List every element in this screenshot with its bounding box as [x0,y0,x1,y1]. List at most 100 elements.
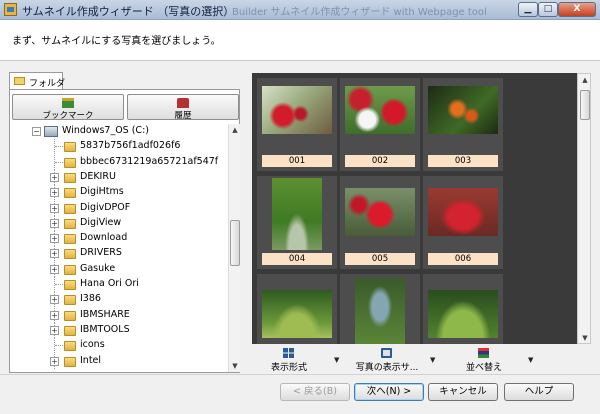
photo-thumbnail[interactable]: 003 [423,78,503,171]
bookmark-button[interactable]: ブックマーク [12,94,124,121]
photo-label: 006 [428,253,498,265]
photo-thumbnail[interactable] [423,274,503,344]
cancel-button[interactable]: キャンセル [428,383,498,401]
folder-icon [64,158,76,168]
photo-thumbnail[interactable] [257,274,337,344]
folder-icon [64,357,76,367]
tree-item[interactable]: + DEKIRU [10,170,228,185]
sort-label: 並べ替え [465,363,502,373]
tree-item[interactable]: Hana Ori Ori [10,277,228,292]
photo-thumbnail[interactable] [340,274,420,344]
photo-grid: 001 002 003 004 005 006 [252,73,577,344]
grid-icon [283,348,294,358]
scroll-down-icon[interactable]: ▼ [581,334,589,342]
drive-icon [44,126,58,137]
tree-item-label: DigiHtms [80,186,124,197]
maximize-button[interactable]: □ [538,2,558,17]
scroll-up-icon[interactable]: ▲ [231,126,239,134]
expand-icon[interactable]: + [50,311,59,320]
photo-thumbnail[interactable]: 005 [340,176,420,269]
expand-icon[interactable]: + [50,326,59,335]
tree-scrollbar[interactable]: ▲ ▼ [228,124,240,372]
background-window-title: Builder サムネイル作成ウィザード with Webpage tool [232,7,487,18]
folder-icon [64,249,76,259]
photo-order-label: 写真の表示サ... [355,363,419,373]
tree-item-root[interactable]: − Windows7_OS (C:) [10,124,228,139]
folder-icon [64,142,76,152]
tree-item-label: Hana Ori Ori [80,278,139,289]
collapse-icon[interactable]: − [32,127,41,136]
photo-thumbnail[interactable]: 006 [423,176,503,269]
photo-thumbnail[interactable]: 001 [257,78,337,171]
close-button[interactable]: X [558,2,596,17]
tree-item-label: IBMSHARE [80,309,130,320]
sort-icon [478,348,489,358]
folder-icon [64,188,76,198]
folder-icon [64,173,76,183]
tree-item-label: Gasuke [80,263,116,274]
chevron-down-icon[interactable]: ▼ [430,356,435,364]
tree-item-label: I386 [80,293,101,304]
photo-label: 005 [345,253,415,265]
tree-item[interactable]: icons [10,338,228,353]
minimize-button[interactable]: ▁ [518,2,538,17]
tab-folder-label: フォルダ [29,79,66,89]
expand-icon[interactable]: + [50,249,59,258]
chevron-down-icon[interactable]: ▼ [334,356,339,364]
expand-icon[interactable]: + [50,357,59,366]
scroll-thumb[interactable] [580,90,590,120]
tree-item[interactable]: + IBMSHARE [10,308,228,323]
photo-order-button[interactable]: 写真の表示サ... [350,346,424,373]
display-format-button[interactable]: 表示形式 [266,346,312,373]
scroll-thumb[interactable] [230,220,240,266]
tree-item[interactable]: + Gasuke [10,262,228,277]
tree-item[interactable]: + DigiView [10,216,228,231]
tree-item[interactable]: + IBMTOOLS [10,323,228,338]
tab-folder[interactable]: フォルダ [9,72,66,90]
photo-thumbnail[interactable]: 004 [257,176,337,269]
chevron-down-icon[interactable]: ▼ [528,356,533,364]
expand-icon[interactable]: + [50,173,59,182]
expand-icon[interactable]: + [50,204,59,213]
tree-item[interactable]: + DigivDPOF [10,201,228,216]
folder-icon [64,326,76,336]
photo-scrollbar[interactable]: ▲ ▼ [577,73,591,344]
back-button[interactable]: < 戻る(B) [280,383,350,401]
tree-item-label: Download [80,232,128,243]
sort-button[interactable]: 並べ替え [460,346,508,373]
photo-thumbnail[interactable]: 002 [340,78,420,171]
scroll-down-icon[interactable]: ▼ [231,362,239,370]
expand-icon[interactable]: + [50,188,59,197]
folder-icon [64,280,76,290]
photo-toolbar: 表示形式 ▼ 写真の表示サ... ▼ 並べ替え ▼ [252,344,591,374]
history-button[interactable]: 履歴 [127,94,239,121]
bookmark-button-label: ブックマーク [42,111,94,121]
expand-icon[interactable]: + [50,234,59,243]
expand-icon[interactable]: + [50,265,59,274]
photo-label: 002 [345,155,415,167]
photo-label: 003 [428,155,498,167]
photo-image [428,188,498,236]
tree-item[interactable]: + DRIVERS [10,246,228,261]
tree-item[interactable]: 5837b756f1adf026f6 [10,139,228,154]
tree-item-label: icons [80,339,105,350]
scroll-up-icon[interactable]: ▲ [581,76,589,84]
tree-item-label: DRIVERS [80,247,122,258]
tree-item[interactable]: + Download [10,231,228,246]
app-icon [4,3,17,16]
folder-icon [64,204,76,214]
photo-image [345,86,415,134]
tree-item[interactable]: + I386 [10,292,228,307]
photo-image [262,290,332,338]
expand-icon[interactable]: + [50,295,59,304]
folder-icon [14,77,25,85]
tree-item[interactable]: + DigiHtms [10,185,228,200]
instruction-text: まず、サムネイルにする写真を選びましょう。 [12,36,221,47]
tree-item[interactable]: + Intel [10,354,228,369]
tree-item[interactable]: bbbec6731219a65721af547f [10,155,228,170]
folder-panel: ブックマーク 履歴 − Windows7_OS (C:) 5837b756f1a… [9,89,240,373]
window-title: サムネイル作成ウィザード （写真の選択） [22,5,235,18]
help-button[interactable]: ヘルプ [504,383,574,401]
expand-icon[interactable]: + [50,219,59,228]
next-button[interactable]: 次へ(N) > [354,383,424,401]
